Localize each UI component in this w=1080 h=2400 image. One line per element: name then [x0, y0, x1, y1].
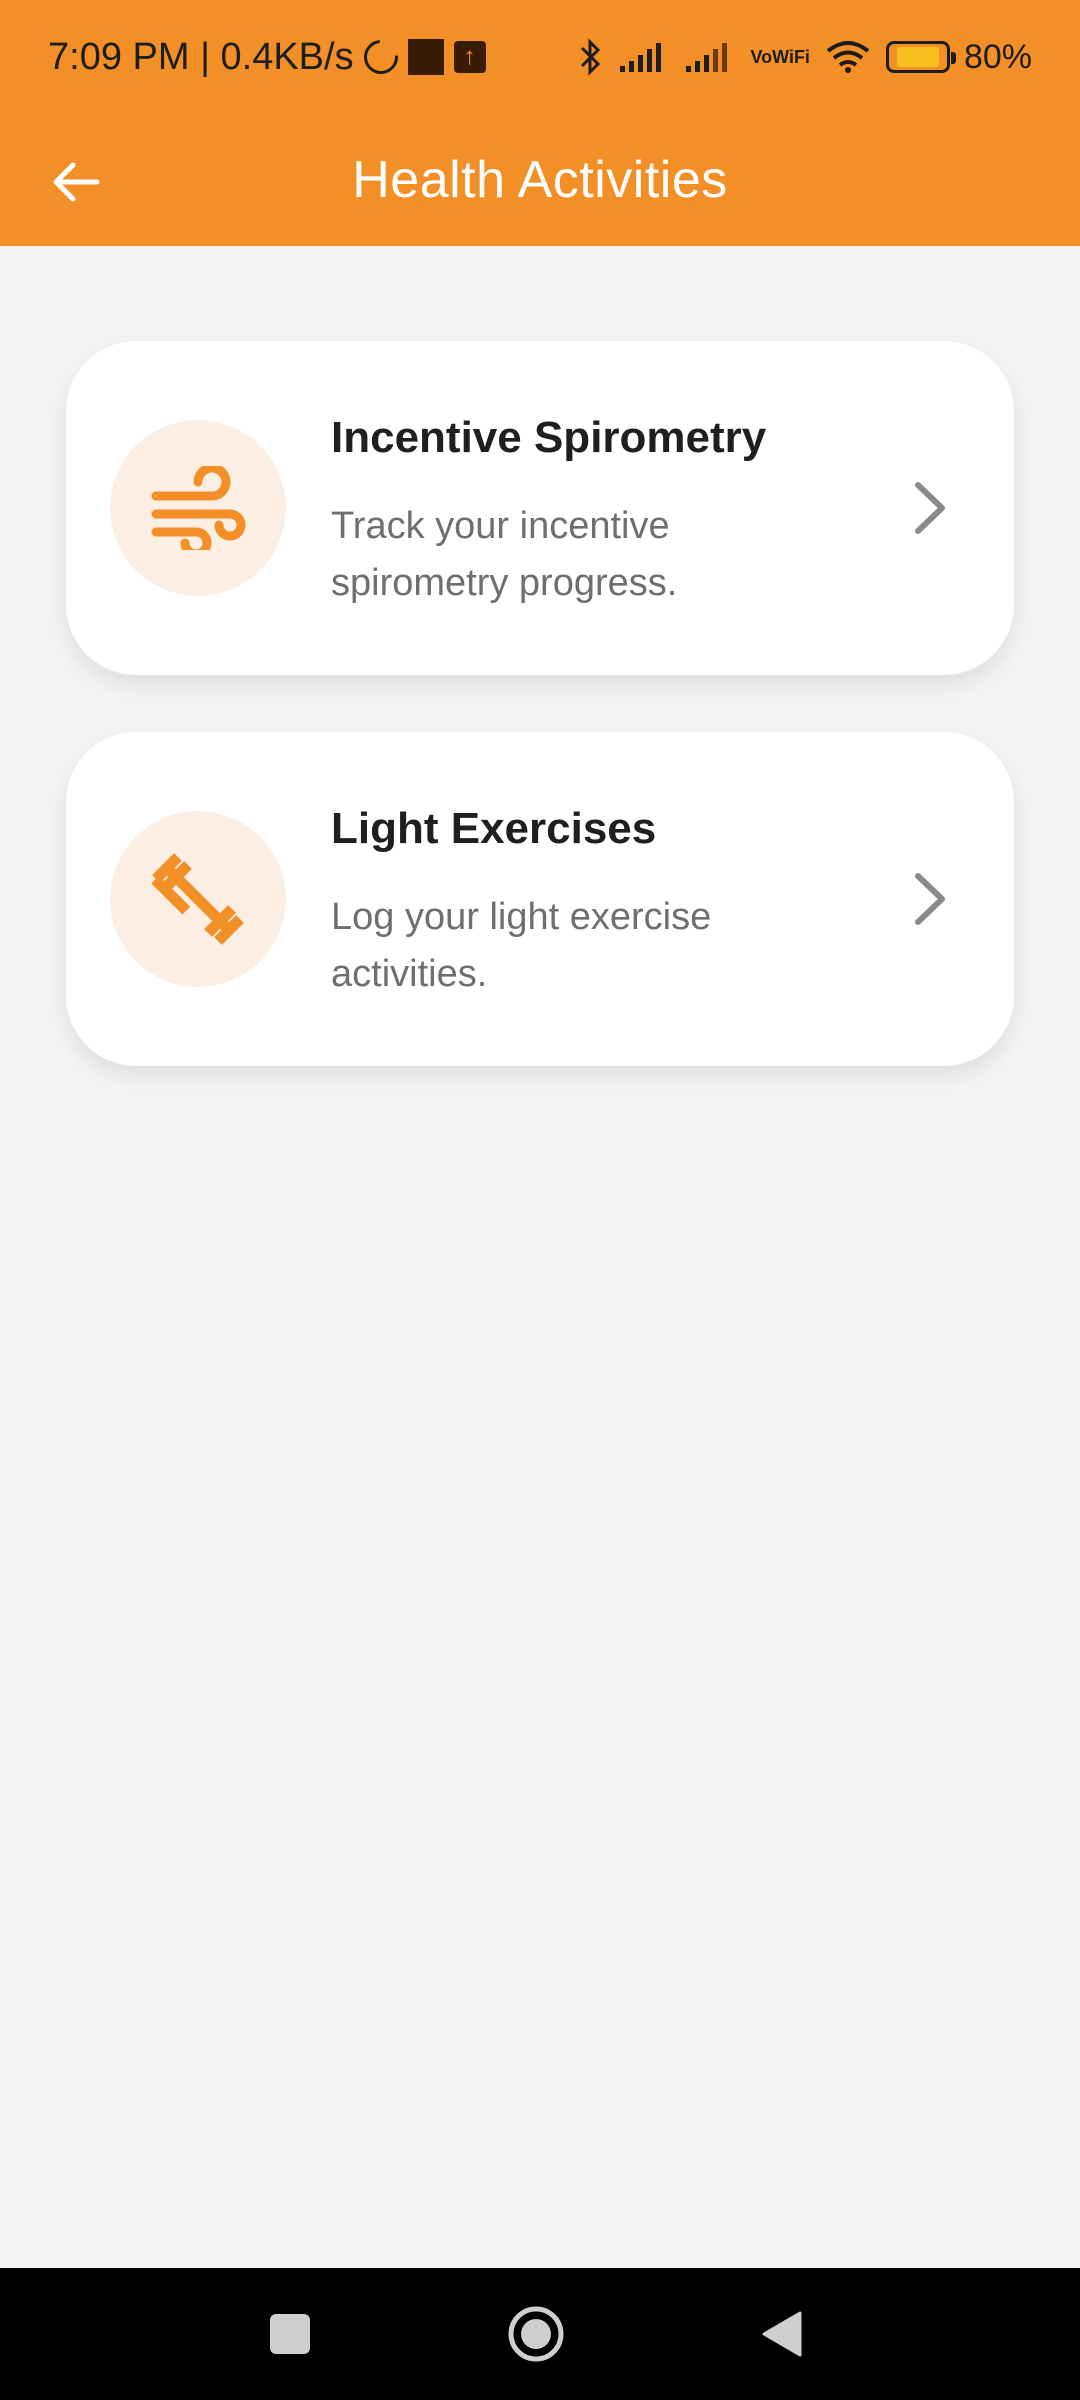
- system-nav-bar: [0, 2268, 1080, 2400]
- wind-icon: [151, 466, 246, 550]
- vowifi-line2: WiFi: [772, 47, 810, 67]
- card-title: Light Exercises: [331, 804, 657, 853]
- status-right: Vo WiFi 80%: [578, 37, 1032, 77]
- home-button[interactable]: [500, 2298, 572, 2370]
- battery-icon: [885, 41, 956, 73]
- status-bar: 7:09 PM | 0.4KB/s ↑ Vo WiFi 80%: [0, 0, 1080, 114]
- card-icon-circle: [110, 420, 286, 596]
- vowifi-icon: Vo WiFi: [750, 48, 810, 66]
- vowifi-line1: Vo: [750, 47, 773, 67]
- square-icon: [270, 2314, 310, 2354]
- activity-card-incentive-spirometry[interactable]: Incentive Spirometry Track your incentiv…: [66, 341, 1014, 675]
- card-description: Log your light exercise activities.: [331, 896, 712, 995]
- battery-fill: [897, 47, 939, 67]
- card-icon-circle: [110, 811, 286, 987]
- notification-square-icon: [407, 39, 444, 75]
- sync-icon: [356, 33, 405, 81]
- recents-button[interactable]: [254, 2298, 326, 2370]
- status-left: 7:09 PM | 0.4KB/s ↑: [48, 33, 486, 81]
- chevron-right-icon[interactable]: [900, 476, 960, 540]
- battery-percent: 80%: [963, 37, 1032, 76]
- bluetooth-icon: [578, 37, 604, 77]
- home-circle-icon: [508, 2306, 564, 2362]
- dumbbell-icon: [151, 853, 244, 945]
- page-title: Health Activities: [352, 151, 728, 209]
- signal-icon: [618, 40, 670, 74]
- activity-card-light-exercises[interactable]: Light Exercises Log your light exercise …: [66, 732, 1014, 1066]
- arrow-left-icon: [53, 162, 100, 202]
- wifi-icon: [824, 39, 872, 75]
- status-time-speed: 7:09 PM | 0.4KB/s: [48, 35, 354, 78]
- card-description: Track your incentive spirometry progress…: [331, 505, 678, 604]
- card-title: Incentive Spirometry: [331, 413, 767, 462]
- back-button[interactable]: [40, 146, 112, 218]
- upload-icon: ↑: [453, 41, 486, 73]
- signal-2-icon: [684, 40, 736, 74]
- app-bar: Health Activities: [0, 114, 1080, 246]
- triangle-back-icon: [762, 2311, 802, 2357]
- nav-back-button[interactable]: [746, 2298, 818, 2370]
- chevron-right-icon[interactable]: [900, 867, 960, 931]
